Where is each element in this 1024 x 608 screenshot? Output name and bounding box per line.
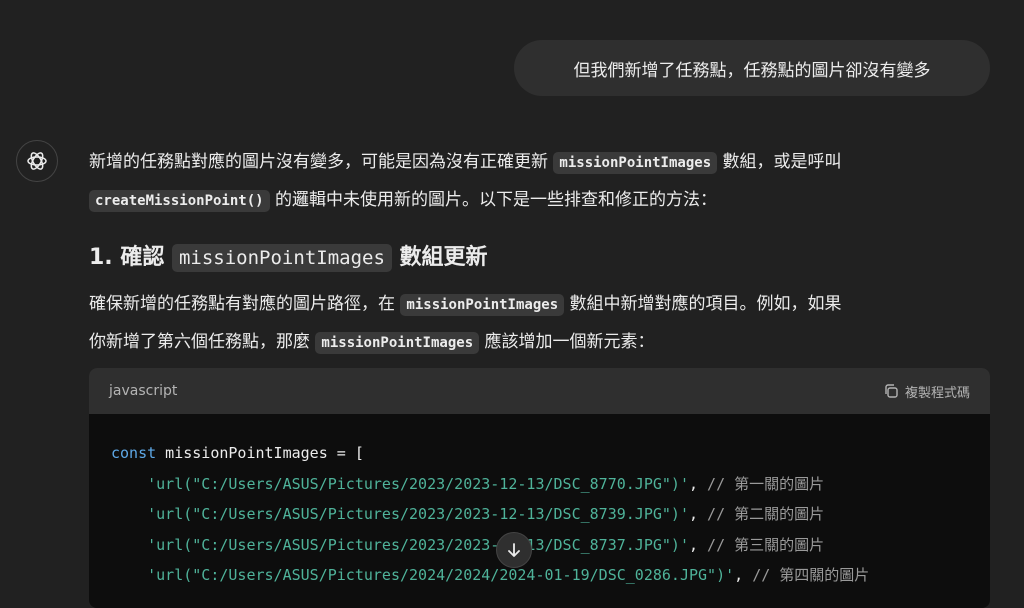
text: 你新增了第六個任務點，那麼 — [89, 332, 316, 352]
inline-code: missionPointImages — [400, 294, 565, 316]
assistant-paragraph-1: 新增的任務點對應的圖片沒有變多，可能是因為沒有正確更新 missionPoint… — [89, 144, 989, 220]
inline-code: missionPointImages — [315, 332, 480, 354]
assistant-avatar — [16, 140, 58, 182]
text: 應該增加一個新元素： — [479, 332, 655, 352]
user-message-text: 但我們新增了任務點，任務點的圖片卻沒有變多 — [573, 60, 931, 81]
code-string: 'url("C:/Users/ASUS/Pictures/2023/2023-1… — [147, 535, 689, 554]
code-string: 'url("C:/Users/ASUS/Pictures/2024/2024/2… — [147, 566, 735, 584]
section-heading: 1. 確認 missionPointImages 數組更新 — [89, 238, 488, 278]
code-text: missionPointImages = [ — [156, 444, 364, 462]
text: 數組中新增對應的項目。例如，如果 — [564, 294, 842, 314]
text: 新增的任務點對應的圖片沒有變多，可能是因為沒有正確更新 — [89, 152, 554, 172]
inline-code: createMissionPoint() — [89, 190, 270, 212]
inline-code: missionPointImages — [553, 152, 718, 174]
code-string: 'url("C:/Users/ASUS/Pictures/2023/2023-1… — [147, 474, 689, 493]
text: 確保新增的任務點有對應的圖片路徑，在 — [89, 294, 401, 314]
assistant-paragraph-2: 確保新增的任務點有對應的圖片路徑，在 missionPointImages 數組… — [89, 286, 989, 362]
arrow-down-icon — [508, 543, 520, 557]
code-content: const missionPointImages = [ 'url("C:/Us… — [111, 444, 870, 584]
code-comment: // 第三關的圖片 — [707, 535, 825, 554]
copy-code-button[interactable]: 複製程式碼 — [883, 382, 970, 401]
text: 的邏輯中未使用新的圖片。以下是一些排查和修正的方法： — [269, 190, 717, 210]
user-message-bubble: 但我們新增了任務點，任務點的圖片卻沒有變多 — [514, 40, 990, 96]
copy-code-label: 複製程式碼 — [904, 385, 970, 401]
code-comment: // 第四關的圖片 — [752, 566, 870, 584]
heading-text: 1. 確認 — [89, 245, 172, 270]
text: 數組，或是呼叫 — [717, 152, 842, 172]
code-comment: // 第二關的圖片 — [707, 505, 825, 523]
heading-text: 數組更新 — [391, 245, 488, 270]
code-block: javascript 複製程式碼 const missionPointImage… — [89, 368, 990, 608]
copy-icon — [885, 384, 898, 398]
code-string: 'url("C:/Users/ASUS/Pictures/2023/2023-1… — [147, 505, 689, 523]
code-block-header: javascript 複製程式碼 — [89, 368, 990, 414]
code-comment: // 第一關的圖片 — [707, 474, 825, 493]
openai-logo-icon — [27, 152, 47, 170]
inline-code: missionPointImages — [171, 244, 392, 272]
code-keyword: const — [111, 444, 157, 462]
code-language-label: javascript — [109, 383, 178, 399]
scroll-to-bottom-button[interactable] — [496, 532, 532, 568]
